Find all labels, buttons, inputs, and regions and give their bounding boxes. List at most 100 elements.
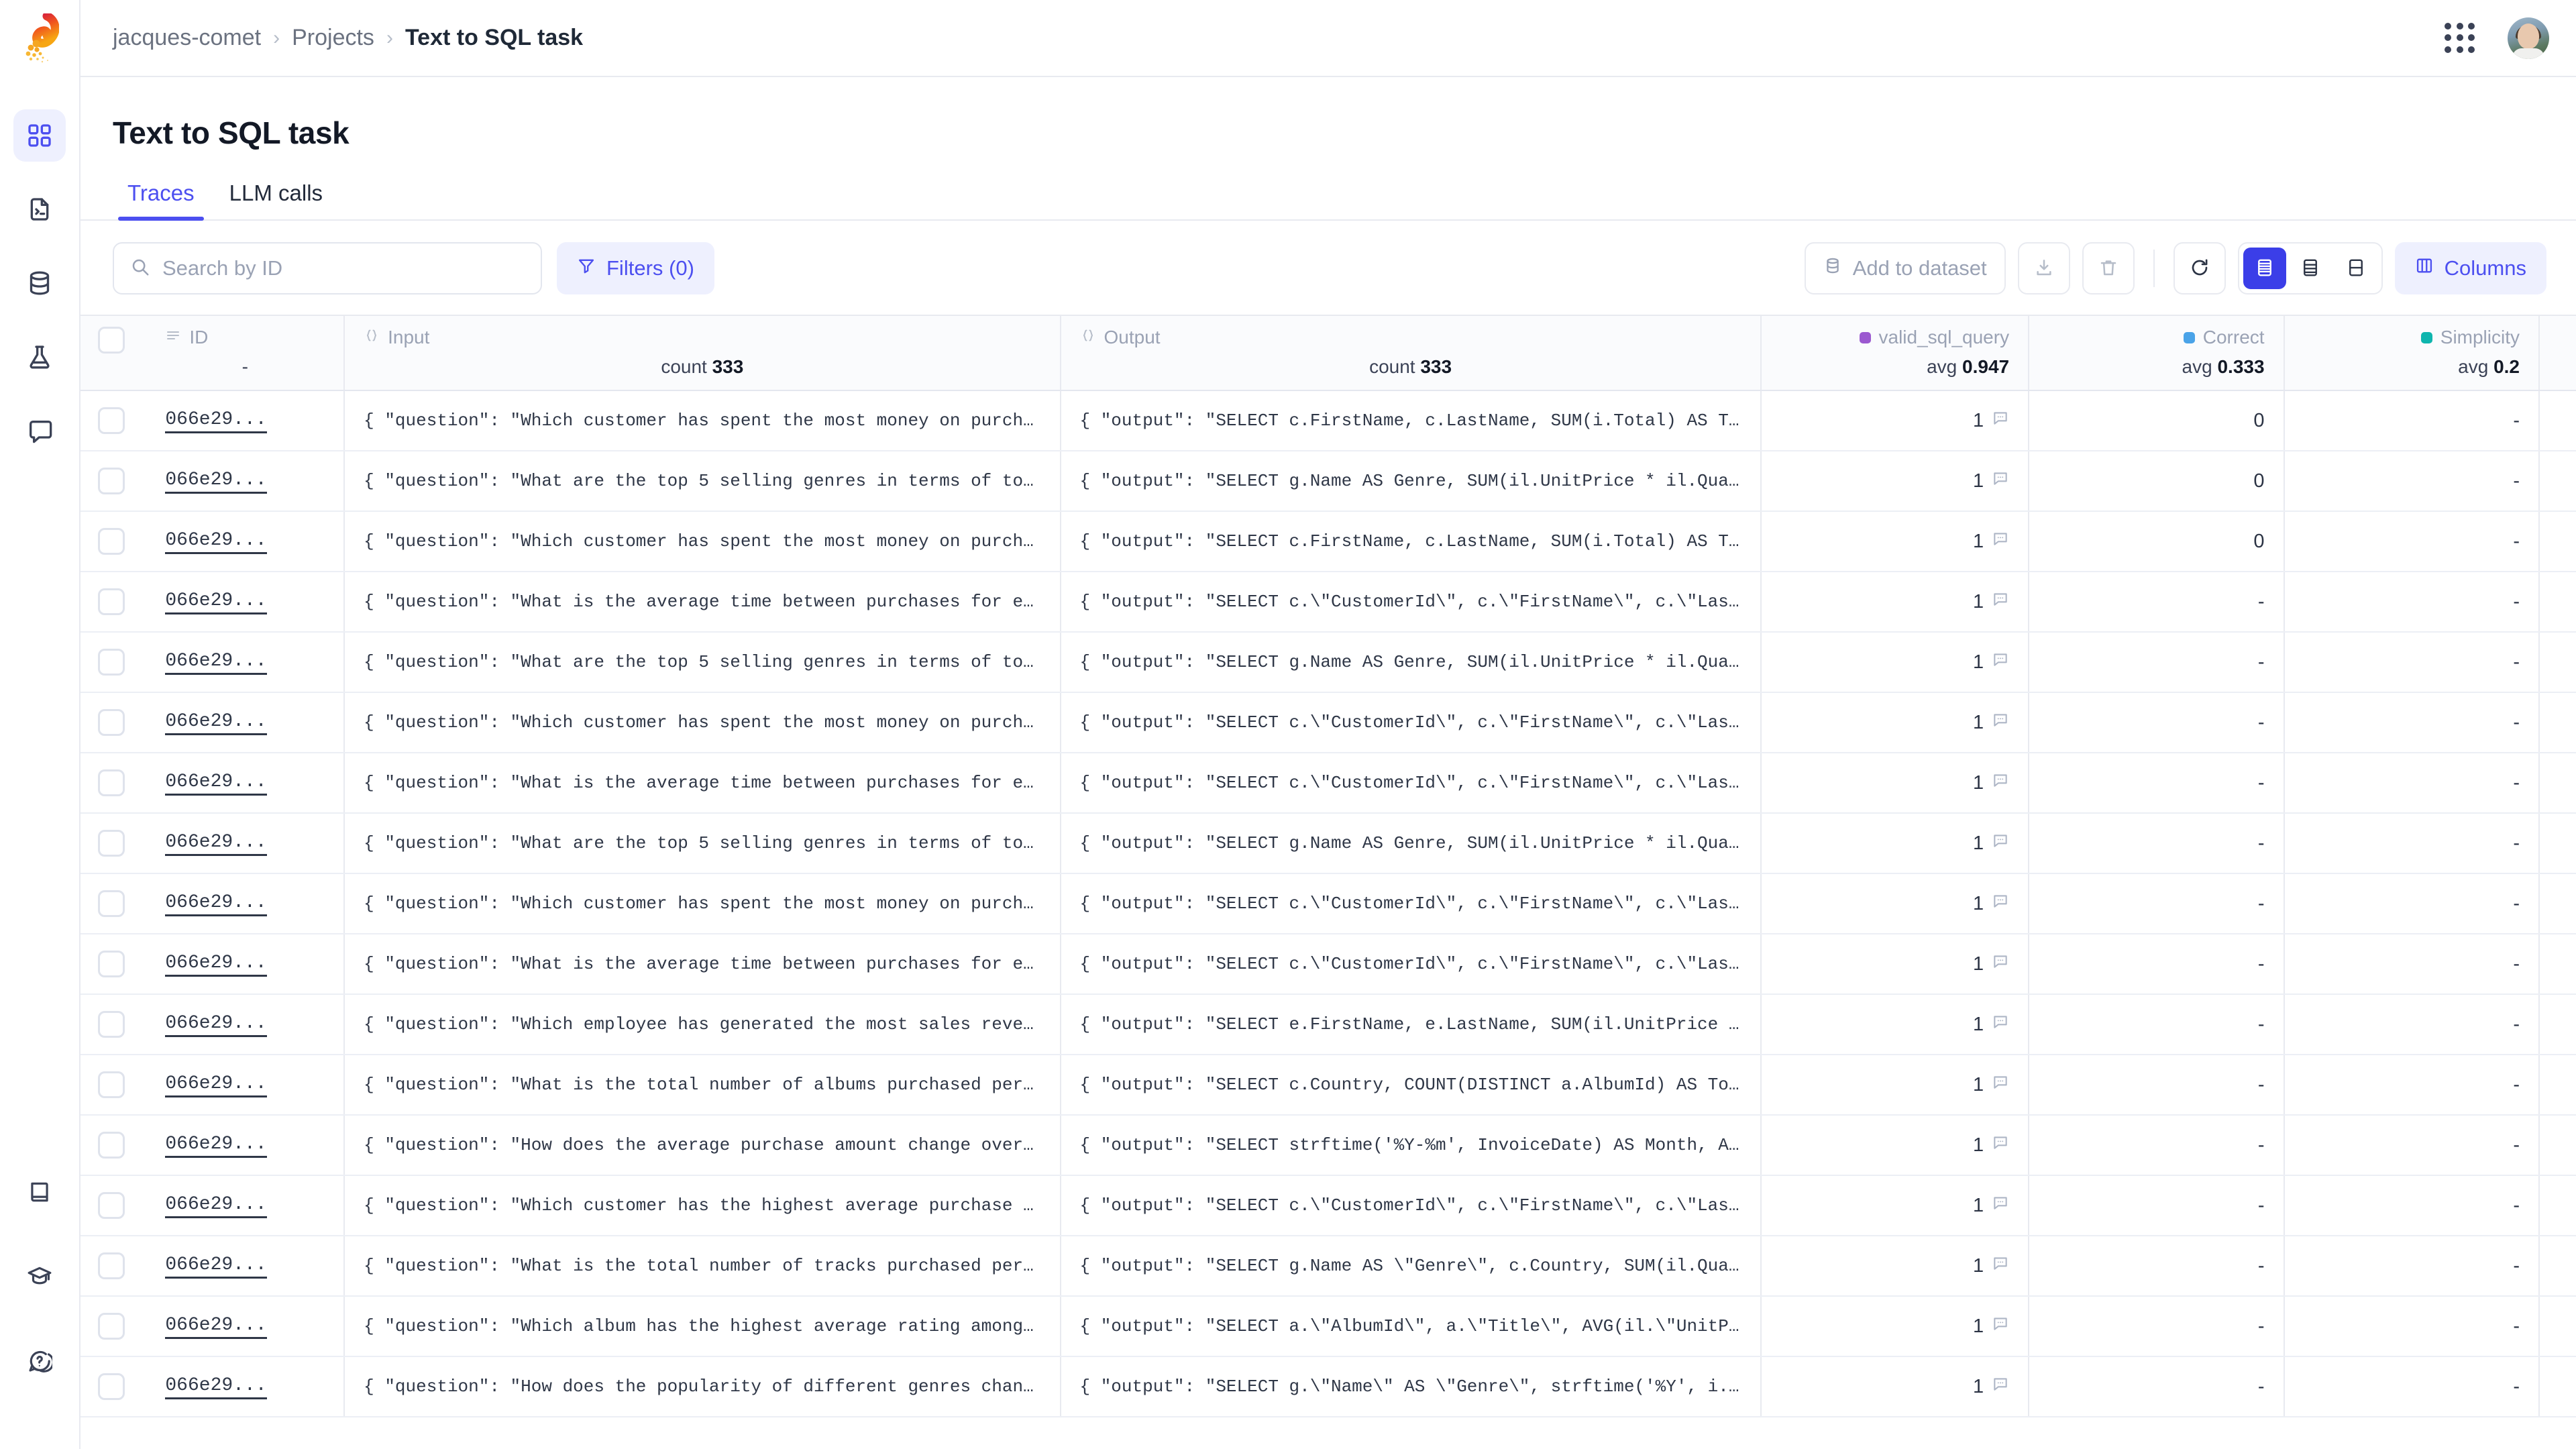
row-checkbox[interactable] xyxy=(98,1192,125,1219)
header-id[interactable]: ID - xyxy=(160,316,344,390)
row-correct-cell[interactable]: - xyxy=(2029,813,2284,873)
row-select-cell[interactable] xyxy=(80,632,160,692)
row-output-cell[interactable]: { "output": "SELECT c.\"CustomerId\", c.… xyxy=(1061,572,1761,632)
row-select-cell[interactable] xyxy=(80,390,160,451)
comment-icon[interactable] xyxy=(1992,771,2009,794)
tab-traces[interactable]: Traces xyxy=(113,180,209,219)
table-row[interactable]: 066e29... { "question": "What is the aver… xyxy=(80,934,2576,994)
trace-id-link[interactable]: 066e29... xyxy=(165,830,266,856)
row-input-cell[interactable]: { "question": "What is the average time … xyxy=(344,934,1060,994)
header-output[interactable]: Output count 333 xyxy=(1061,316,1761,390)
row-correct-cell[interactable]: - xyxy=(2029,994,2284,1055)
row-correct-cell[interactable]: - xyxy=(2029,1356,2284,1417)
breadcrumb-projects[interactable]: Projects xyxy=(292,25,374,51)
row-correct-cell[interactable]: - xyxy=(2029,1296,2284,1356)
comment-icon[interactable] xyxy=(1992,892,2009,915)
comment-icon[interactable] xyxy=(1992,711,2009,734)
row-output-cell[interactable]: { "output": "SELECT e.FirstName, e.LastN… xyxy=(1061,994,1761,1055)
trace-id-link[interactable]: 066e29... xyxy=(165,1374,266,1399)
row-select-cell[interactable] xyxy=(80,572,160,632)
row-valid-sql-query-cell[interactable]: 1 xyxy=(1761,994,2029,1055)
row-valid-sql-query-cell[interactable]: 1 xyxy=(1761,934,2029,994)
row-select-cell[interactable] xyxy=(80,1296,160,1356)
row-valid-sql-query-cell[interactable]: 1 xyxy=(1761,451,2029,511)
row-input-cell[interactable]: { "question": "Which album has the highe… xyxy=(344,1296,1060,1356)
table-row[interactable]: 066e29...{ "question": "How does the pop… xyxy=(80,1356,2576,1417)
comment-icon[interactable] xyxy=(1992,1315,2009,1338)
row-input-cell[interactable]: { "question": "What is the total number … xyxy=(344,1236,1060,1296)
search-input[interactable] xyxy=(162,256,525,280)
comment-icon[interactable] xyxy=(1992,1375,2009,1398)
row-valid-sql-query-cell[interactable]: 1 xyxy=(1761,1055,2029,1115)
sidebar-item-help[interactable] xyxy=(13,1335,66,1387)
header-correct[interactable]: Correct avg 0.333 xyxy=(2029,316,2284,390)
trace-id-link[interactable]: 066e29... xyxy=(165,1253,266,1279)
row-select-cell[interactable] xyxy=(80,753,160,813)
table-row[interactable]: 066e29...{ "question": "Which customer h… xyxy=(80,390,2576,451)
row-simplicity-cell[interactable]: - xyxy=(2284,632,2539,692)
row-id-cell[interactable]: 066e29... xyxy=(160,994,344,1055)
row-output-cell[interactable]: { "output": "SELECT c.\"CustomerId\", c.… xyxy=(1061,934,1761,994)
table-row[interactable]: 066e29...{ "question": "Which employee h… xyxy=(80,994,2576,1055)
row-output-cell[interactable]: { "output": "SELECT c.FirstName, c.LastN… xyxy=(1061,511,1761,572)
row-valid-sql-query-cell[interactable]: 1 xyxy=(1761,1175,2029,1236)
row-checkbox[interactable] xyxy=(98,951,125,977)
row-simplicity-cell[interactable]: - xyxy=(2284,813,2539,873)
row-select-cell[interactable] xyxy=(80,934,160,994)
trace-id-link[interactable]: 066e29... xyxy=(165,951,266,977)
row-simplicity-cell[interactable]: - xyxy=(2284,753,2539,813)
row-simplicity-cell[interactable]: - xyxy=(2284,934,2539,994)
row-input-cell[interactable]: { "question": "Which customer has spent … xyxy=(344,692,1060,753)
comet-logo-icon[interactable] xyxy=(0,0,79,77)
row-checkbox[interactable] xyxy=(98,830,125,857)
row-output-cell[interactable]: { "output": "SELECT c.\"CustomerId\", c.… xyxy=(1061,873,1761,934)
row-id-cell[interactable]: 066e29... xyxy=(160,1296,344,1356)
row-simplicity-cell[interactable]: - xyxy=(2284,1115,2539,1175)
trace-id-link[interactable]: 066e29... xyxy=(165,770,266,796)
traces-table-container[interactable]: ID - xyxy=(80,315,2576,1449)
row-correct-cell[interactable]: - xyxy=(2029,934,2284,994)
row-simplicity-cell[interactable]: - xyxy=(2284,451,2539,511)
trace-id-link[interactable]: 066e29... xyxy=(165,649,266,675)
comment-icon[interactable] xyxy=(1992,832,2009,855)
row-output-cell[interactable]: { "output": "SELECT g.Name AS Genre, SUM… xyxy=(1061,451,1761,511)
header-select-all[interactable] xyxy=(80,316,160,390)
row-valid-sql-query-cell[interactable]: 1 xyxy=(1761,572,2029,632)
row-checkbox[interactable] xyxy=(98,1071,125,1098)
row-valid-sql-query-cell[interactable]: 1 xyxy=(1761,1115,2029,1175)
row-correct-cell[interactable]: - xyxy=(2029,632,2284,692)
tab-llm-calls[interactable]: LLM calls xyxy=(215,180,337,219)
sidebar-item-learn[interactable] xyxy=(13,1250,66,1303)
row-correct-cell[interactable]: - xyxy=(2029,1175,2284,1236)
row-valid-sql-query-cell[interactable]: 1 xyxy=(1761,692,2029,753)
row-output-cell[interactable]: { "output": "SELECT c.\"CustomerId\", c.… xyxy=(1061,692,1761,753)
row-correct-cell[interactable]: 0 xyxy=(2029,511,2284,572)
row-input-cell[interactable]: { "question": "Which customer has spent … xyxy=(344,873,1060,934)
row-output-cell[interactable]: { "output": "SELECT a.\"AlbumId\", a.\"T… xyxy=(1061,1296,1761,1356)
row-output-cell[interactable]: { "output": "SELECT g.Name AS Genre, SUM… xyxy=(1061,632,1761,692)
comment-icon[interactable] xyxy=(1992,953,2009,975)
row-output-cell[interactable]: { "output": "SELECT g.\"Name\" AS \"Genr… xyxy=(1061,1356,1761,1417)
row-checkbox[interactable] xyxy=(98,1313,125,1340)
row-id-cell[interactable]: 066e29... xyxy=(160,451,344,511)
sidebar-item-prompts[interactable] xyxy=(13,183,66,235)
row-checkbox[interactable] xyxy=(98,468,125,494)
row-id-cell[interactable]: 066e29... xyxy=(160,1055,344,1115)
trace-id-link[interactable]: 066e29... xyxy=(165,1313,266,1339)
row-id-cell[interactable]: 066e29... xyxy=(160,572,344,632)
row-simplicity-cell[interactable]: - xyxy=(2284,1296,2539,1356)
row-correct-cell[interactable]: - xyxy=(2029,1115,2284,1175)
row-input-cell[interactable]: { "question": "Which customer has the hi… xyxy=(344,1175,1060,1236)
row-correct-cell[interactable]: - xyxy=(2029,692,2284,753)
row-input-cell[interactable]: { "question": "What is the average time … xyxy=(344,572,1060,632)
trace-id-link[interactable]: 066e29... xyxy=(165,1012,266,1037)
row-output-cell[interactable]: { "output": "SELECT c.FirstName, c.LastN… xyxy=(1061,390,1761,451)
table-row[interactable]: 066e29...{ "question": "Which customer h… xyxy=(80,692,2576,753)
row-id-cell[interactable]: 066e29... xyxy=(160,1115,344,1175)
row-correct-cell[interactable]: 0 xyxy=(2029,451,2284,511)
trace-id-link[interactable]: 066e29... xyxy=(165,1132,266,1158)
row-output-cell[interactable]: { "output": "SELECT c.Country, COUNT(DIS… xyxy=(1061,1055,1761,1115)
row-correct-cell[interactable]: - xyxy=(2029,1236,2284,1296)
row-input-cell[interactable]: { "question": "What are the top 5 sellin… xyxy=(344,632,1060,692)
sidebar-item-datasets[interactable] xyxy=(13,257,66,309)
